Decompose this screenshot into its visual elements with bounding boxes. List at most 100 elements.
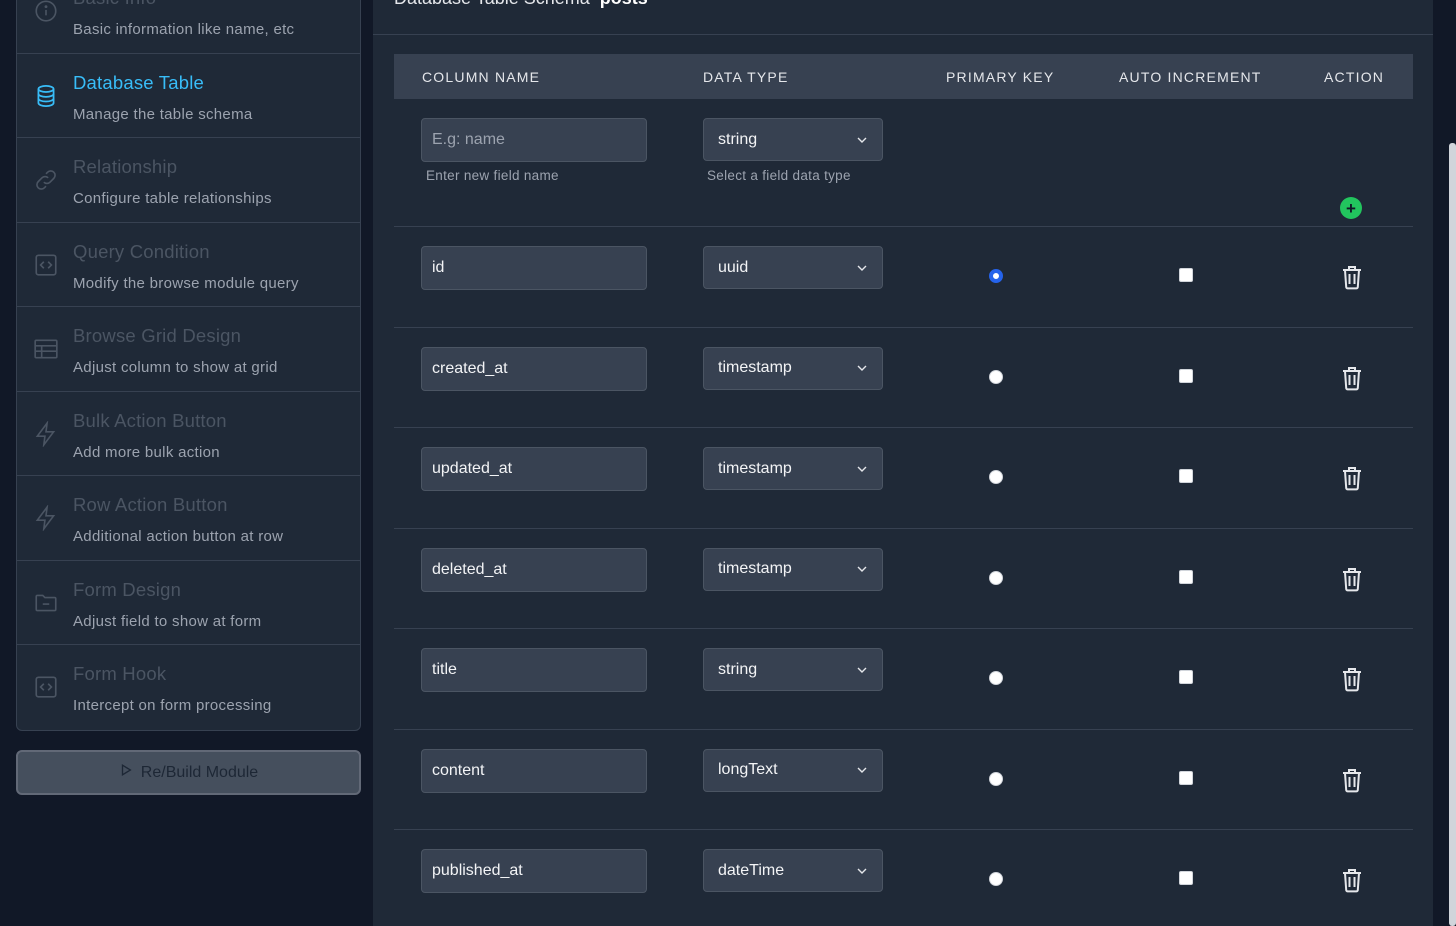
field-type-select[interactable]: timestamp [703, 547, 883, 591]
module-steps-sidebar: Basic Info Basic information like name, … [16, 0, 361, 731]
field-name-input[interactable] [421, 346, 647, 391]
primary-key-radio[interactable] [989, 470, 1003, 484]
step-title: Form Hook [73, 663, 167, 684]
header-primary-key: PRIMARY KEY [946, 69, 1055, 85]
auto-increment-checkbox[interactable] [1179, 569, 1193, 584]
new-field-name-help: Enter new field name [426, 168, 559, 183]
step-form-hook[interactable]: Form Hook Intercept on form processing [17, 645, 360, 730]
field-type-select[interactable]: timestamp [703, 346, 883, 390]
step-title: Row Action Button [73, 494, 228, 515]
select-value: timestamp [718, 359, 792, 376]
new-field-type-help: Select a field data type [707, 168, 851, 183]
field-name-input[interactable] [421, 547, 647, 592]
step-description: Basic information like name, etc [73, 21, 295, 38]
divider [373, 34, 1433, 35]
header-auto-increment: AUTO INCREMENT [1119, 69, 1262, 85]
field-name-input[interactable] [421, 246, 647, 290]
step-description: Additional action button at row [73, 528, 284, 545]
schema-panel: Database Table Schema posts COLUMN NAME D… [373, 0, 1433, 926]
header-data-type: DATA TYPE [703, 69, 789, 85]
rebuild-module-label: Re/Build Module [140, 763, 259, 781]
step-title: Basic Info [73, 0, 156, 9]
table-icon [32, 335, 60, 363]
auto-increment-checkbox[interactable] [1179, 469, 1193, 483]
field-row: uuid [394, 227, 1413, 328]
field-type-select[interactable]: uuid [703, 246, 883, 289]
auto-increment-checkbox[interactable] [1179, 670, 1193, 684]
page-title-text: Database Table Schema [394, 0, 590, 8]
auto-increment-checkbox[interactable] [1179, 871, 1193, 885]
step-description: Configure table relationships [73, 190, 272, 207]
chevron-down-icon [857, 767, 867, 773]
trash-icon[interactable] [1340, 264, 1364, 290]
step-description: Intercept on form processing [73, 697, 272, 714]
field-type-select[interactable]: timestamp [703, 447, 883, 490]
step-description: Add more bulk action [73, 443, 220, 461]
table-header: COLUMN NAME DATA TYPE PRIMARY KEY AUTO I… [394, 54, 1413, 99]
auto-increment-checkbox[interactable] [1179, 268, 1193, 282]
primary-key-radio[interactable] [989, 269, 1003, 283]
new-field-row: Enter new field name string Select a fie… [394, 99, 1413, 227]
trash-icon[interactable] [1340, 365, 1364, 391]
trash-icon[interactable] [1340, 666, 1364, 692]
trash-icon[interactable] [1340, 767, 1364, 793]
step-description: Adjust field to show at form [73, 612, 262, 630]
field-name-input[interactable] [421, 447, 647, 491]
new-field-type-select[interactable]: string [703, 118, 883, 161]
field-type-select[interactable]: longText [703, 748, 883, 792]
auto-increment-checkbox[interactable] [1179, 368, 1193, 383]
new-field-name-input[interactable] [421, 118, 647, 162]
step-database-table[interactable]: Database Table Manage the table schema [17, 54, 360, 138]
link-icon [32, 166, 60, 194]
field-name-input[interactable] [421, 849, 647, 893]
select-value: longText [718, 761, 778, 778]
step-description: Modify the browse module query [73, 274, 299, 292]
field-row: string [394, 629, 1413, 730]
step-title: Browse Grid Design [73, 325, 242, 346]
step-description: Adjust column to show at grid [73, 359, 278, 376]
primary-key-radio[interactable] [989, 872, 1003, 886]
field-row: timestamp [394, 529, 1413, 629]
step-form-design[interactable]: Form Design Adjust field to show at form [17, 561, 360, 645]
primary-key-radio[interactable] [989, 570, 1003, 585]
select-value: timestamp [718, 560, 792, 577]
schema-table: COLUMN NAME DATA TYPE PRIMARY KEY AUTO I… [394, 54, 1413, 926]
step-browse-grid-design[interactable]: Browse Grid Design Adjust column to show… [17, 307, 360, 392]
field-type-select[interactable]: string [703, 648, 883, 691]
info-icon [32, 0, 60, 25]
scrollbar[interactable] [1449, 143, 1456, 926]
primary-key-radio[interactable] [989, 369, 1003, 384]
field-row: longText [394, 730, 1413, 830]
field-type-select[interactable]: dateTime [703, 849, 883, 892]
field-row: dateTime [394, 830, 1413, 926]
select-value: timestamp [718, 459, 792, 477]
step-bulk-action-button[interactable]: Bulk Action Button Add more bulk action [17, 392, 360, 476]
field-name-input[interactable] [421, 648, 647, 692]
step-description: Manage the table schema [73, 105, 253, 123]
step-row-action-button[interactable]: Row Action Button Additional action butt… [17, 476, 360, 561]
rebuild-module-button[interactable]: Re/Build Module [16, 750, 361, 795]
auto-increment-checkbox[interactable] [1179, 770, 1193, 785]
select-value: string [718, 130, 758, 148]
lightning-icon [32, 504, 60, 532]
header-action: ACTION [1324, 69, 1385, 85]
select-value: string [718, 660, 758, 678]
chevron-down-icon [857, 667, 867, 673]
trash-icon[interactable] [1340, 867, 1364, 893]
chevron-down-icon [857, 868, 867, 874]
chevron-down-icon [857, 365, 867, 371]
page-title: Database Table Schema posts [394, 0, 648, 9]
field-name-input[interactable] [421, 748, 647, 793]
chevron-down-icon [857, 566, 867, 572]
code-icon [32, 673, 60, 701]
primary-key-radio[interactable] [989, 671, 1003, 685]
add-field-button[interactable]: + [1340, 197, 1362, 219]
primary-key-radio[interactable] [989, 771, 1003, 786]
step-query-condition[interactable]: Query Condition Modify the browse module… [17, 223, 360, 307]
trash-icon[interactable] [1340, 566, 1364, 592]
folder-icon [32, 589, 60, 617]
step-basic-info[interactable]: Basic Info Basic information like name, … [17, 0, 360, 54]
step-relationship[interactable]: Relationship Configure table relationshi… [17, 138, 360, 223]
trash-icon[interactable] [1340, 465, 1364, 491]
step-title: Query Condition [73, 240, 210, 262]
